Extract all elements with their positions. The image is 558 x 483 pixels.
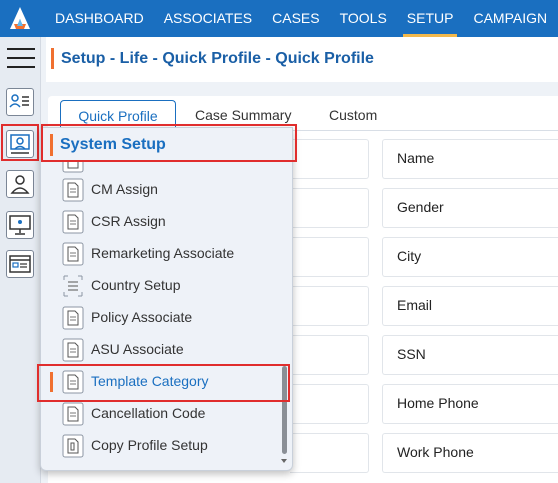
nav-campaign[interactable]: CAMPAIGN [463,0,557,37]
breadcrumb-accent [51,48,54,69]
tab-custom[interactable]: Custom [329,100,377,130]
input-field[interactable] [290,433,369,473]
system-setup-dropdown: System Setup CM Assign CSR Assign Remark… [40,127,293,471]
field-label: Work Phone [397,444,474,460]
input-field[interactable] [290,335,369,375]
document-icon [62,306,84,330]
input-field[interactable] [290,237,369,277]
menu-item-label: ASU Associate [91,341,184,357]
home-phone-field[interactable]: Home Phone [382,384,558,424]
app-logo[interactable] [0,0,40,37]
document-icon [62,178,84,202]
document-icon [62,162,84,173]
profile-form-icon[interactable] [6,88,34,116]
document-icon [62,402,84,426]
field-label: Home Phone [397,395,479,411]
breadcrumb: Setup - Life - Quick Profile - Quick Pro… [61,50,374,67]
field-label: Email [397,297,433,313]
nav-associates[interactable]: ASSOCIATES [154,0,262,37]
input-field[interactable] [290,286,369,326]
name-field[interactable]: Name [382,139,558,179]
nav-dashboard[interactable]: DASHBOARD [45,0,154,37]
document-icon [62,242,84,266]
menu-item-csr-assign[interactable]: CSR Assign [41,206,281,238]
field-label: SSN [397,346,426,362]
scroll-down-arrow-icon[interactable] [281,459,287,463]
menu-item-label: CSR Assign [91,213,166,229]
field-label: Name [397,150,435,166]
field-label: Gender [397,199,444,215]
input-field[interactable] [290,384,369,424]
menu-item-copy-profile-setup[interactable]: Copy Profile Setup [41,430,281,462]
menu-item-label: Remarketing Associate [91,245,235,261]
list-icon [62,274,84,298]
menu-item-label: Cancellation Code [91,405,206,421]
menu-item-country-setup[interactable]: Country Setup [41,270,281,302]
monitor-icon[interactable] [6,211,34,239]
rail-highlight-box [1,124,39,161]
city-field[interactable]: City [382,237,558,277]
window-icon[interactable] [6,250,34,278]
menu-item-label: Country Setup [91,277,181,293]
work-phone-field[interactable]: Work Phone [382,433,558,473]
nav-tools[interactable]: TOOLS [330,0,397,37]
selected-item-highlight [37,364,290,402]
input-field[interactable] [290,188,369,228]
gender-field[interactable]: Gender [382,188,558,228]
copy-document-icon [62,434,84,458]
menu-item-remarketing-associate[interactable]: Remarketing Associate [41,238,281,270]
menu-item-label: Policy Associate [91,309,193,325]
field-label: City [397,248,422,264]
user-icon[interactable] [6,170,34,198]
menu-item-label: Copy Profile Setup [91,437,208,453]
ssn-field[interactable]: SSN [382,335,558,375]
menu-item-policy-associate[interactable]: Policy Associate [41,302,281,334]
hamburger-menu-icon[interactable] [7,48,35,75]
document-icon [62,210,84,234]
dropdown-menu: CM Assign CSR Assign Remarketing Associa… [41,162,292,470]
document-icon [62,338,84,362]
menu-item-label: CM Assign [91,181,158,197]
menu-item-cm-assign[interactable]: CM Assign [41,174,281,206]
menu-item-cancellation-code[interactable]: Cancellation Code [41,398,281,430]
nav-setup[interactable]: SETUP [397,0,464,37]
top-nav-bar: DASHBOARD ASSOCIATES CASES TOOLS SETUP C… [0,0,558,37]
dropdown-header-highlight [41,124,297,162]
nav-cases[interactable]: CASES [262,0,329,37]
email-field[interactable]: Email [382,286,558,326]
main-nav: DASHBOARD ASSOCIATES CASES TOOLS SETUP C… [45,0,557,37]
menu-item-asu-associate[interactable]: ASU Associate [41,334,281,366]
input-field[interactable] [290,139,369,179]
